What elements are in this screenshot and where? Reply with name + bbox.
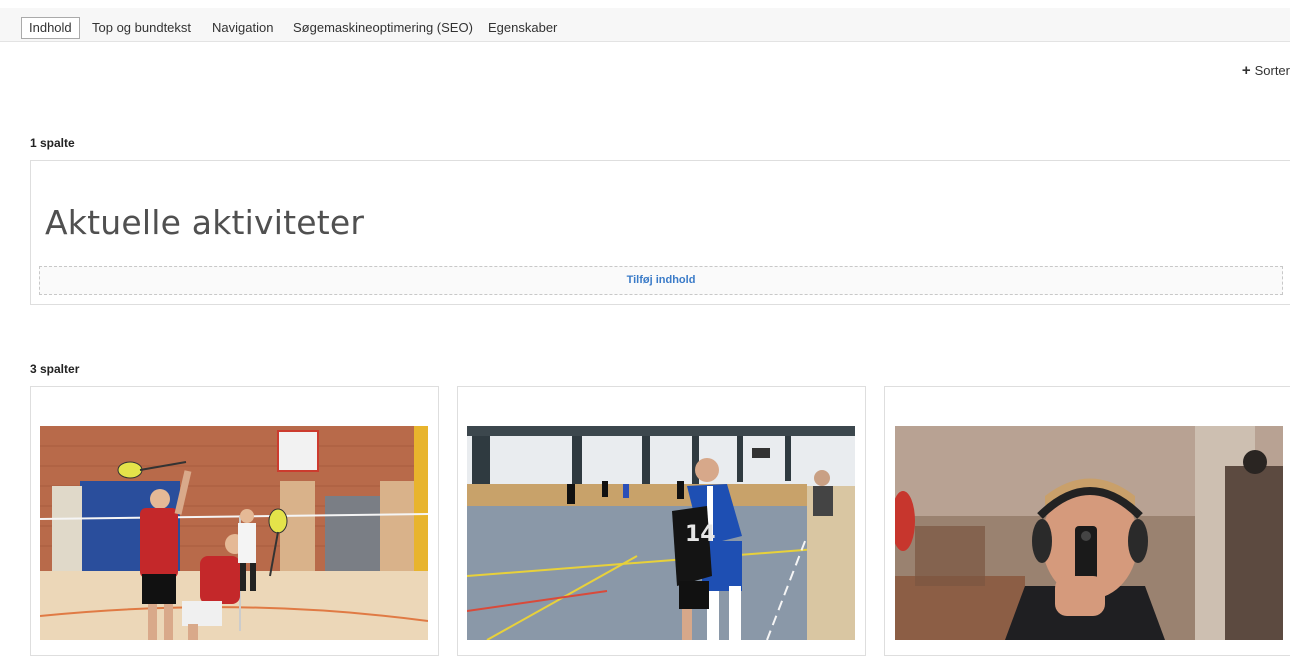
tab-indhold[interactable]: Indhold <box>21 17 80 39</box>
add-content-button[interactable]: Tilføj indhold <box>39 266 1283 295</box>
sort-button[interactable]: + Sorter <box>1242 62 1290 79</box>
tab-bar: Indhold Top og bundtekst Navigation Søge… <box>0 8 1290 42</box>
tab-top-og-bundtekst[interactable]: Top og bundtekst <box>85 17 198 39</box>
plus-icon: + <box>1241 62 1251 79</box>
indoor-football-photo[interactable]: 14 <box>467 426 855 640</box>
svg-text:14: 14 <box>685 522 716 547</box>
badminton-photo[interactable] <box>40 426 428 640</box>
pistol-shooting-photo[interactable] <box>895 426 1283 640</box>
tab-seo[interactable]: Søgemaskineoptimering (SEO) <box>286 17 480 39</box>
tab-navigation[interactable]: Navigation <box>205 17 280 39</box>
tab-egenskaber[interactable]: Egenskaber <box>481 17 564 39</box>
sort-button-label: Sorter <box>1254 63 1290 78</box>
section-label-one-column: 1 spalte <box>30 136 75 150</box>
page-heading: Aktuelle aktiviteter <box>45 203 365 242</box>
section-label-three-columns: 3 spalter <box>30 362 80 376</box>
